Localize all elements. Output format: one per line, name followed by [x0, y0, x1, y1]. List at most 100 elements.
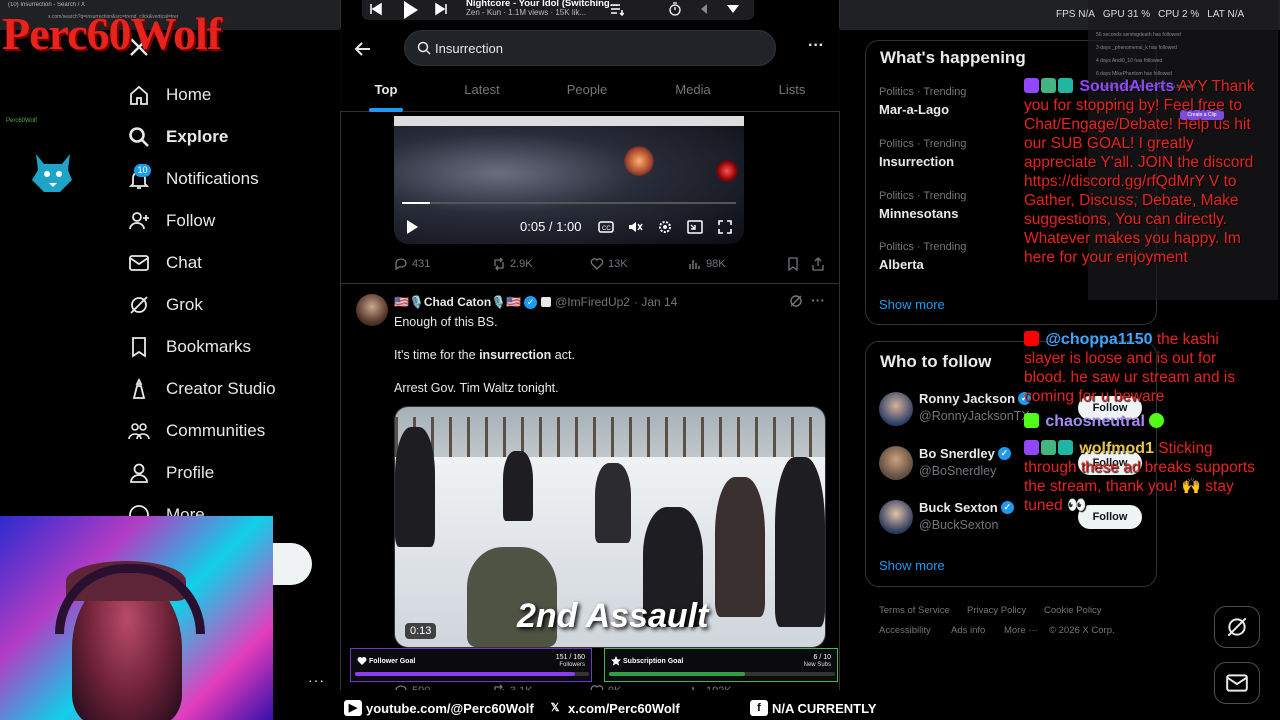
grok-button[interactable] — [1214, 606, 1260, 648]
follower-goal: Follower Goal 151 / 160 Followers — [350, 648, 592, 682]
footer-link-cookies[interactable]: Cookie Policy — [1044, 605, 1102, 616]
chat-message: SoundAlerts AYY Thank you for stopping b… — [1024, 77, 1256, 267]
trend-meta: Politics · Trending — [879, 138, 967, 150]
tweet-date[interactable]: · Jan 14 — [634, 295, 677, 309]
footer-link-terms[interactable]: Terms of Service — [879, 605, 950, 616]
trend-item[interactable]: Mar-a-Lago — [879, 102, 949, 117]
like-button[interactable]: 13K — [590, 257, 628, 271]
nav-profile[interactable]: Profile — [128, 456, 214, 490]
settings-icon[interactable] — [657, 219, 673, 235]
goal-value: 151 / 160 — [555, 654, 585, 661]
chat-text: AYY Thank you for stopping by! Feel free… — [1024, 78, 1255, 266]
pip-icon[interactable] — [687, 219, 703, 235]
mail-icon — [128, 252, 150, 274]
svg-text:CC: CC — [602, 226, 611, 232]
views-button[interactable]: 98K — [688, 257, 726, 271]
timer-icon[interactable] — [668, 2, 682, 16]
fullscreen-icon[interactable] — [717, 219, 733, 235]
video-progress[interactable] — [402, 202, 736, 204]
account-more-icon[interactable]: ··· — [308, 672, 325, 688]
video-top-frame — [394, 116, 744, 126]
follow-suggestion-name[interactable]: Buck Sexton ✓ — [919, 500, 1014, 515]
nav-follow[interactable]: Follow — [128, 204, 215, 238]
video-figure — [775, 457, 825, 627]
video-player-2[interactable]: 2nd Assault 0:13 — [394, 406, 826, 648]
views-icon — [689, 260, 700, 269]
add-user-icon — [128, 210, 150, 232]
bookmark-icon — [128, 336, 150, 358]
grok-icon[interactable] — [789, 294, 803, 308]
repost-icon — [494, 257, 504, 271]
author-name[interactable]: 🇺🇸🎙️Chad Caton🎙️🇺🇸 — [394, 295, 521, 309]
play-icon[interactable] — [400, 0, 420, 20]
nav-label: Follow — [166, 211, 216, 230]
post-button[interactable] — [268, 543, 312, 585]
previous-track-icon[interactable] — [369, 2, 383, 16]
nav-chat[interactable]: Chat — [128, 246, 202, 280]
queue-icon[interactable] — [610, 2, 624, 16]
nav-bookmarks[interactable]: Bookmarks — [128, 330, 251, 364]
footer-link-more[interactable]: More ··· — [1004, 625, 1038, 636]
captions-icon[interactable]: CC — [598, 219, 614, 235]
avatar[interactable] — [879, 500, 913, 534]
follow-suggestion-name[interactable]: Bo Snerdley ✓ — [919, 446, 1011, 461]
play-icon[interactable] — [404, 219, 420, 235]
footer-link-ads-info[interactable]: Ads info — [951, 625, 985, 636]
more-icon[interactable]: ··· — [806, 38, 826, 58]
goal-label: Follower Goal — [369, 658, 416, 665]
messages-button[interactable] — [1214, 662, 1260, 704]
trend-meta: Politics · Trending — [879, 190, 967, 202]
chevron-down-icon[interactable] — [726, 4, 740, 14]
back-arrow-icon[interactable] — [352, 38, 374, 60]
nav-communities[interactable]: Communities — [128, 414, 265, 448]
nav-grok[interactable]: Grok — [128, 288, 203, 322]
tweet-text-line: Arrest Gov. Tim Waltz tonight. — [394, 381, 559, 395]
video-caption: 2nd Assault — [517, 597, 709, 635]
tab-lists[interactable]: Lists — [767, 82, 817, 102]
mute-icon[interactable] — [627, 219, 643, 235]
avatar[interactable] — [879, 392, 913, 426]
avatar[interactable] — [879, 446, 913, 480]
nav-creator-studio[interactable]: Creator Studio — [128, 372, 276, 406]
show-more-link[interactable]: Show more — [879, 297, 945, 312]
search-input[interactable]: Insurrection — [404, 30, 776, 66]
mini-hud: Perc60Wolf — [6, 118, 37, 124]
tab-top[interactable]: Top — [364, 82, 408, 102]
footer-link-privacy[interactable]: Privacy Policy — [967, 605, 1026, 616]
badge-icon — [1024, 78, 1039, 93]
avatar[interactable] — [356, 294, 388, 326]
bookmark-icon[interactable] — [786, 257, 800, 271]
more-icon[interactable]: ··· — [811, 292, 825, 308]
tab-media[interactable]: Media — [663, 82, 723, 102]
user-name: Ronny Jackson — [919, 391, 1016, 406]
tab-latest[interactable]: Latest — [452, 82, 512, 102]
show-more-link[interactable]: Show more — [879, 558, 945, 573]
social-facebook: f N/A CURRENTLY — [750, 700, 877, 716]
back-icon[interactable] — [699, 3, 709, 15]
video-figure — [595, 463, 631, 543]
wolf-avatar-icon — [32, 154, 72, 192]
author-handle[interactable]: @ImFiredUp2 — [555, 295, 630, 309]
tab-people[interactable]: People — [557, 82, 617, 102]
trend-item[interactable]: Alberta — [879, 257, 924, 272]
goal-value: 6 / 10 — [813, 654, 831, 661]
share-icon[interactable] — [811, 257, 825, 271]
nav-explore[interactable]: Explore — [128, 120, 228, 154]
repost-button[interactable]: 2.9K — [492, 257, 533, 271]
tweet-text: It's time for the — [394, 348, 480, 362]
trend-item[interactable]: Insurrection — [879, 154, 954, 169]
follow-suggestion-handle: @BuckSexton — [919, 518, 999, 532]
next-track-icon[interactable] — [434, 2, 448, 16]
follow-suggestion-name[interactable]: Ronny Jackson ✓ — [919, 391, 1032, 406]
tweet-highlight: insurrection — [479, 348, 552, 362]
user-name: Buck Sexton — [919, 500, 998, 515]
facebook-icon: f — [750, 700, 768, 716]
communities-icon — [128, 420, 150, 442]
footer-link-accessibility[interactable]: Accessibility — [879, 625, 931, 636]
trend-meta: Politics · Trending — [879, 241, 967, 253]
nav-home[interactable]: Home — [128, 78, 211, 112]
nav-label: Chat — [166, 253, 202, 272]
trend-item[interactable]: Minnesotans — [879, 206, 958, 221]
reply-button[interactable]: 431 — [394, 257, 430, 271]
search-icon — [417, 41, 431, 55]
